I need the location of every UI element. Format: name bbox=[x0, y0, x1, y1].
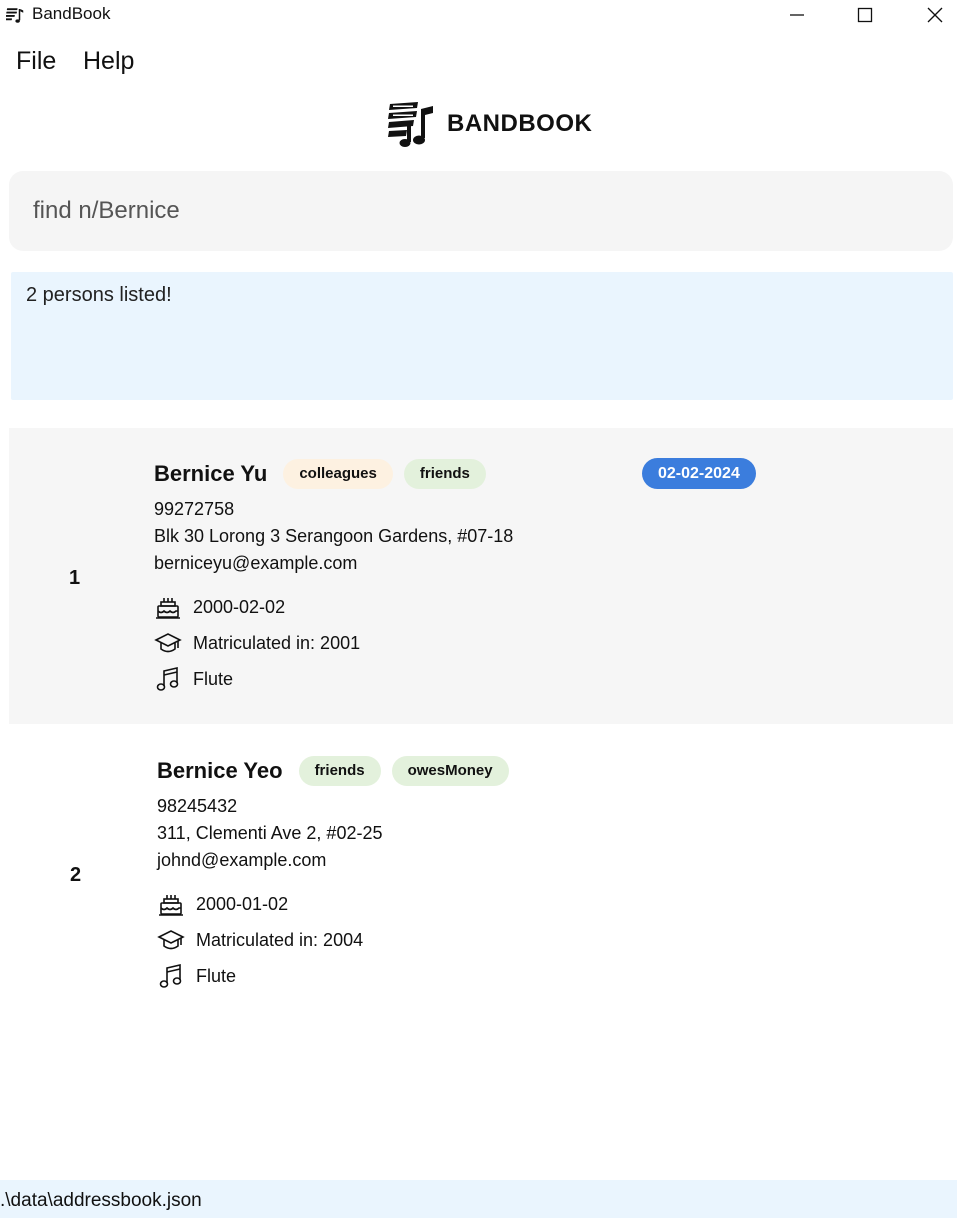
tag-friends: friends bbox=[403, 459, 486, 489]
menu-bar: File Help bbox=[0, 38, 957, 86]
brand-header: BANDBOOK bbox=[387, 100, 592, 148]
cake-icon bbox=[159, 895, 183, 916]
birthday-row: 2000-02-02 bbox=[154, 589, 934, 625]
menu-file[interactable]: File bbox=[16, 47, 56, 76]
maximize-icon bbox=[857, 7, 873, 23]
person-details: Bernice Yu colleagues friends 02-02-2024… bbox=[154, 458, 934, 697]
person-details: Bernice Yeo friends owesMoney 98245432 3… bbox=[157, 755, 937, 994]
person-name: Bernice Yu bbox=[154, 461, 268, 486]
person-address: Blk 30 Lorong 3 Serangoon Gardens, #07-1… bbox=[154, 526, 514, 546]
person-phone: 98245432 bbox=[157, 796, 238, 816]
close-icon bbox=[927, 7, 943, 23]
graduation-cap-icon bbox=[157, 930, 185, 950]
person-birthday: 2000-02-02 bbox=[193, 596, 286, 617]
person-card[interactable]: 2 Bernice Yeo friends owesMoney 98245432… bbox=[9, 725, 953, 1021]
attendance-date-badge: 02-02-2024 bbox=[642, 458, 756, 489]
maximize-button[interactable] bbox=[842, 0, 888, 30]
name-row: Bernice Yeo friends owesMoney bbox=[157, 755, 937, 787]
matriculation-row: Matriculated in: 2004 bbox=[157, 922, 937, 958]
person-birthday: 2000-01-02 bbox=[196, 893, 289, 914]
person-index: 2 bbox=[70, 864, 82, 886]
tag-owesmoney: owesMoney bbox=[391, 756, 509, 786]
cake-icon bbox=[156, 598, 180, 619]
person-email: johnd@example.com bbox=[157, 850, 327, 870]
command-input[interactable] bbox=[33, 191, 913, 231]
person-email: berniceyu@example.com bbox=[154, 553, 358, 573]
window-title: BandBook bbox=[32, 4, 111, 23]
minimize-button[interactable] bbox=[774, 0, 820, 30]
name-row: Bernice Yu colleagues friends bbox=[154, 458, 934, 490]
status-bar: .\data\addressbook.json bbox=[0, 1180, 957, 1218]
result-display: 2 persons listed! bbox=[11, 272, 953, 400]
graduation-cap-icon bbox=[154, 633, 182, 653]
close-button[interactable] bbox=[912, 0, 957, 30]
command-box bbox=[9, 171, 953, 251]
menu-help[interactable]: Help bbox=[83, 47, 134, 76]
result-message: 2 persons listed! bbox=[26, 284, 172, 306]
person-phone: 99272758 bbox=[154, 499, 235, 519]
person-instrument: Flute bbox=[193, 668, 234, 689]
title-bar: BandBook bbox=[0, 0, 957, 30]
instrument-row: Flute bbox=[154, 661, 934, 697]
person-matriculation: Matriculated in: 2001 bbox=[193, 632, 361, 653]
tag-colleagues: colleagues bbox=[283, 459, 393, 489]
person-matriculation: Matriculated in: 2004 bbox=[196, 929, 364, 950]
person-name: Bernice Yeo bbox=[157, 758, 283, 783]
person-index: 1 bbox=[69, 567, 81, 589]
matriculation-row: Matriculated in: 2001 bbox=[154, 625, 934, 661]
app-icon bbox=[6, 8, 24, 23]
minimize-icon bbox=[790, 14, 804, 16]
data-file-path: .\data\addressbook.json bbox=[0, 1190, 202, 1211]
tag-friends: friends bbox=[298, 756, 381, 786]
music-score-icon bbox=[388, 102, 433, 147]
person-instrument: Flute bbox=[196, 965, 237, 986]
music-note-icon bbox=[159, 963, 182, 988]
music-note-icon bbox=[156, 666, 179, 691]
birthday-row: 2000-01-02 bbox=[157, 886, 937, 922]
instrument-row: Flute bbox=[157, 958, 937, 994]
person-address: 311, Clementi Ave 2, #02-25 bbox=[157, 823, 383, 843]
person-card[interactable]: 1 Bernice Yu colleagues friends 02-02-20… bbox=[9, 428, 953, 724]
brand-name: BANDBOOK bbox=[447, 110, 593, 137]
